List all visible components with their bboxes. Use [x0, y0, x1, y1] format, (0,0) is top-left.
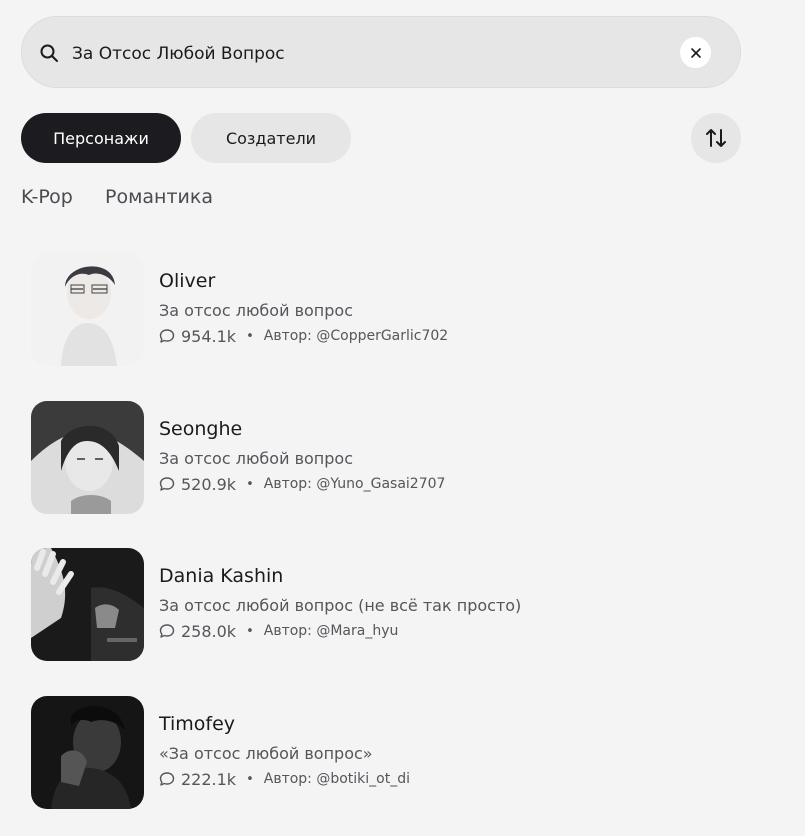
chat-count: 222.1k: [181, 769, 237, 789]
character-meta: 954.1k • Автор: @CopperGarlic702: [159, 326, 448, 346]
clear-search-button[interactable]: [680, 37, 711, 68]
separator-dot: •: [246, 476, 254, 492]
sort-icon: [706, 129, 726, 147]
character-meta: 258.0k • Автор: @Mara_hyu: [159, 621, 398, 641]
avatar: [31, 401, 144, 514]
character-meta: 222.1k • Автор: @botiki_ot_di: [159, 769, 410, 789]
chat-bubble-icon: [159, 624, 175, 638]
tab-creators-label: Создатели: [225, 128, 317, 148]
chat-count: 954.1k: [181, 326, 237, 346]
avatar: [31, 696, 144, 809]
character-description: За отсос любой вопрос: [159, 301, 353, 320]
character-description: За отсос любой вопрос (не всё так просто…: [159, 596, 522, 615]
tag-romance[interactable]: Романтика: [105, 186, 213, 208]
search-bar[interactable]: [21, 16, 741, 88]
character-name: Oliver: [159, 270, 216, 292]
separator-dot: •: [246, 328, 254, 344]
sort-button[interactable]: [691, 113, 741, 163]
author-link[interactable]: Автор: @Yuno_Gasai2707: [264, 476, 446, 492]
search-icon: [40, 44, 58, 62]
separator-dot: •: [246, 623, 254, 639]
character-description: «За отсос любой вопрос»: [159, 744, 373, 763]
character-name: Timofey: [159, 713, 236, 735]
chat-count: 520.9k: [181, 474, 237, 494]
tab-characters[interactable]: Персонажи: [21, 113, 181, 163]
avatar: [31, 253, 144, 366]
character-card[interactable]: Dania Kashin За отсос любой вопрос (не в…: [31, 548, 731, 662]
author-link[interactable]: Автор: @CopperGarlic702: [264, 328, 448, 344]
tab-characters-label: Персонажи: [53, 128, 149, 148]
character-name: Dania Kashin: [159, 565, 284, 587]
author-link[interactable]: Автор: @botiki_ot_di: [264, 771, 410, 787]
character-card[interactable]: Timofey «За отсос любой вопрос» 222.1k •…: [31, 696, 731, 810]
chat-bubble-icon: [159, 329, 175, 343]
chat-count: 258.0k: [181, 621, 237, 641]
separator-dot: •: [246, 771, 254, 787]
author-link[interactable]: Автор: @Mara_hyu: [264, 623, 399, 639]
character-card[interactable]: Oliver За отсос любой вопрос 954.1k • Ав…: [31, 253, 731, 367]
tab-creators[interactable]: Создатели: [191, 113, 351, 163]
avatar: [31, 548, 144, 661]
character-meta: 520.9k • Автор: @Yuno_Gasai2707: [159, 474, 445, 494]
search-input[interactable]: [70, 39, 664, 69]
character-description: За отсос любой вопрос: [159, 449, 353, 468]
chat-bubble-icon: [159, 772, 175, 786]
tag-kpop[interactable]: K-Pop: [21, 186, 73, 208]
character-card[interactable]: Seonghe За отсос любой вопрос 520.9k • А…: [31, 401, 731, 515]
close-icon: [690, 47, 701, 58]
character-name: Seonghe: [159, 418, 243, 440]
chat-bubble-icon: [159, 477, 175, 491]
